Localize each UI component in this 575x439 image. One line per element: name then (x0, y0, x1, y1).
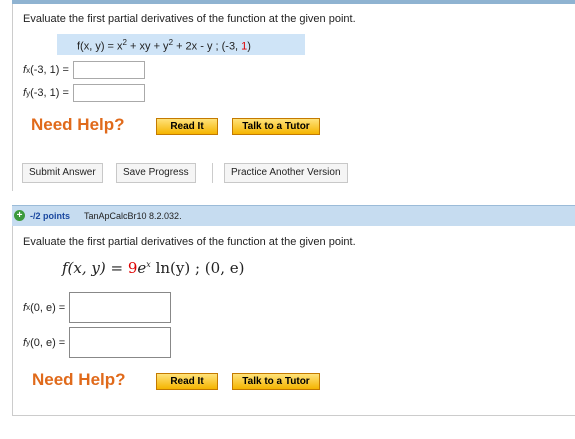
fy-answer-input-2[interactable] (69, 327, 172, 358)
question-2-function: f(x, y) = 9ex ln(y) ; (0, e) (62, 259, 244, 277)
read-it-button-2[interactable]: Read It (156, 373, 218, 390)
function-part: f(x, y) = x (77, 40, 123, 53)
function-part: e (137, 259, 147, 277)
function-part: ln(y) (150, 259, 191, 277)
function-part: + 2x - y ; (-3, (173, 40, 242, 53)
fx-point: (0, e) = (30, 301, 66, 314)
question-2: Evaluate the first partial derivatives o… (12, 226, 575, 416)
fy-row-2: f y (0, e) = (23, 327, 172, 358)
read-it-button[interactable]: Read It (156, 118, 218, 135)
points-label: -/2 points (30, 211, 70, 221)
need-help-label-2: Need Help? (32, 370, 126, 389)
talk-to-tutor-button[interactable]: Talk to a Tutor (232, 118, 320, 135)
fx-answer-input-2[interactable] (69, 292, 172, 323)
read-it-label: Read It (170, 121, 204, 132)
question-1-text: Evaluate the first partial derivatives o… (23, 13, 356, 25)
divider (212, 163, 213, 183)
need-help-label: Need Help? (31, 115, 125, 134)
function-point: ; (0, e) (190, 259, 245, 277)
fx-row: f x (-3, 1) = (23, 61, 145, 79)
function-part: f(x, y) = (62, 259, 128, 277)
read-it-label: Read It (170, 376, 204, 387)
function-part: ) (247, 40, 251, 53)
expand-plus-icon[interactable]: + (14, 210, 25, 221)
fx-point: (-3, 1) = (30, 64, 69, 76)
talk-to-tutor-button-2[interactable]: Talk to a Tutor (232, 373, 320, 390)
question-code: TanApCalcBr10 8.2.032. (84, 211, 182, 221)
practice-another-version-button[interactable]: Practice Another Version (224, 163, 348, 183)
fy-answer-input[interactable] (72, 84, 145, 102)
fx-row-2: f x (0, e) = (23, 292, 172, 323)
fy-point: (-3, 1) = (30, 87, 69, 99)
talk-to-tutor-label: Talk to a Tutor (242, 121, 310, 132)
submit-answer-button[interactable]: Submit Answer (22, 163, 103, 183)
fy-row: f y (-3, 1) = (23, 84, 145, 102)
fy-point: (0, e) = (30, 336, 66, 349)
fx-answer-input[interactable] (72, 61, 145, 79)
question-2-text: Evaluate the first partial derivatives o… (23, 236, 356, 248)
question-2-header: + -/2 points TanApCalcBr10 8.2.032. (12, 205, 575, 226)
action-bar: Submit Answer Save Progress Practice Ano… (0, 163, 575, 185)
question-1-function: f(x, y) = x2 + xy + y2 + 2x - y ; (-3, 1… (77, 38, 251, 53)
function-part: + xy + y (126, 40, 169, 53)
talk-to-tutor-label: Talk to a Tutor (242, 376, 310, 387)
coefficient: 9 (127, 259, 138, 277)
save-progress-button[interactable]: Save Progress (116, 163, 196, 183)
